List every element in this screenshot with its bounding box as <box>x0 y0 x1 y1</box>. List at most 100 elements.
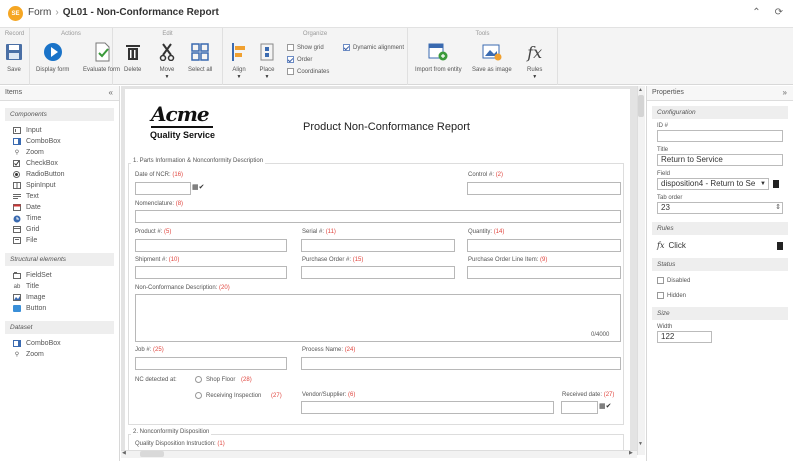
component-input[interactable]: Input <box>0 125 119 136</box>
select-all-button[interactable]: Select all <box>188 42 212 73</box>
scroll-right-icon[interactable]: ▶ <box>629 450 633 456</box>
label-process-name: Process Name: (24) <box>302 347 356 353</box>
label-shipment: Shipment #: (10) <box>135 257 180 263</box>
id-input[interactable] <box>657 130 783 142</box>
document-icon[interactable] <box>777 241 783 250</box>
width-label: Width <box>657 324 673 331</box>
process-name-input[interactable] <box>301 357 621 370</box>
section-header-rules: Rules <box>652 222 788 235</box>
input-icon <box>13 127 21 134</box>
quantity-input[interactable] <box>467 239 621 252</box>
structural-image[interactable]: Image <box>0 292 119 303</box>
rules-button[interactable]: fx Rules ▼ <box>527 42 542 81</box>
field-select[interactable]: disposition4 - Return to Se ▼ <box>657 178 769 190</box>
items-panel: Items « Components Input ComboBox ⚲ Zoom … <box>0 86 120 461</box>
vertical-scroll-thumb[interactable] <box>638 95 644 117</box>
align-button[interactable]: Align ▼ <box>231 42 247 80</box>
scroll-down-icon[interactable]: ▼ <box>638 441 643 447</box>
title-input[interactable]: Return to Service <box>657 154 783 166</box>
component-time[interactable]: Time <box>0 213 119 224</box>
horizontal-scrollbar[interactable] <box>121 450 637 458</box>
structural-button[interactable]: Button <box>0 303 119 314</box>
calendar-icon[interactable]: ▦✔ <box>599 402 611 410</box>
component-grid[interactable]: Grid <box>0 224 119 235</box>
save-button[interactable]: Save <box>5 42 23 73</box>
section-header-components: Components <box>5 108 114 121</box>
nomenclature-input[interactable] <box>135 210 621 223</box>
calendar-icon[interactable]: ▦✔ <box>192 183 204 191</box>
dataset-list: ComboBox ⚲ Zoom <box>0 338 119 360</box>
component-zoom[interactable]: ⚲ Zoom <box>0 147 119 158</box>
collapse-panel-button[interactable]: « <box>109 88 113 97</box>
nc-description-textarea[interactable] <box>135 294 621 342</box>
component-file[interactable]: File <box>0 235 119 246</box>
structural-title[interactable]: ab Title <box>0 281 119 292</box>
refresh-icon[interactable]: ⟳ <box>775 7 783 18</box>
component-checkbox[interactable]: CheckBox <box>0 158 119 169</box>
po-line-item-input[interactable] <box>467 266 621 279</box>
section-header-structural: Structural elements <box>5 253 114 266</box>
component-text[interactable]: Text <box>0 191 119 202</box>
horizontal-scroll-thumb[interactable] <box>140 451 164 457</box>
display-form-button[interactable]: Display form <box>36 42 69 73</box>
group-label: Organize <box>302 31 328 37</box>
click-rule[interactable]: fx Click <box>657 241 783 250</box>
play-icon <box>43 43 62 61</box>
checkbox-icon <box>657 277 664 284</box>
properties-panel: Properties » Configuration ID # Title Re… <box>646 86 793 461</box>
import-from-entity-button[interactable]: Import from entity <box>415 42 462 73</box>
place-button[interactable]: Place ▼ <box>259 42 275 80</box>
group-actions: Actions Display form Evaluate form <box>30 28 120 85</box>
save-as-image-button[interactable]: Save as image <box>472 42 512 73</box>
label-product: Product #: (5) <box>135 229 172 235</box>
tab-order-label: Tab order <box>657 195 683 201</box>
title-label: Title <box>657 147 669 153</box>
tab-order-spinner[interactable]: 23 ⇕ <box>657 202 783 214</box>
dataset-combobox[interactable]: ComboBox <box>0 338 119 349</box>
dynamic-alignment-checkbox[interactable]: Dynamic alignment <box>343 44 404 51</box>
scroll-left-icon[interactable]: ◀ <box>122 450 126 456</box>
radio-shop-floor[interactable]: Shop Floor (28) <box>195 376 252 383</box>
radio-icon <box>195 392 202 399</box>
structural-fieldset[interactable]: FieldSet <box>0 270 119 281</box>
coordinates-checkbox[interactable]: Coordinates <box>287 68 329 75</box>
component-spininput[interactable]: SpinInput <box>0 180 119 191</box>
vendor-supplier-input[interactable] <box>301 401 554 414</box>
radio-receiving-inspection[interactable]: Receiving Inspection (27) <box>195 392 282 399</box>
serial-number-input[interactable] <box>301 239 455 252</box>
width-input[interactable]: 122 <box>657 331 712 344</box>
product-number-input[interactable] <box>135 239 287 252</box>
component-radiobutton[interactable]: RadioButton <box>0 169 119 180</box>
show-grid-checkbox[interactable]: Show grid <box>287 44 324 51</box>
shipment-number-input[interactable] <box>135 266 287 279</box>
page-title: QL01 - Non-Conformance Report <box>62 7 219 18</box>
checkbox-icon <box>13 160 21 167</box>
scroll-up-icon[interactable]: ▲ <box>638 87 643 93</box>
purchase-order-input[interactable] <box>301 266 455 279</box>
disabled-checkbox[interactable]: Disabled <box>657 277 783 284</box>
radio-icon <box>195 376 202 383</box>
component-combobox[interactable]: ComboBox <box>0 136 119 147</box>
structural-list: FieldSet ab Title Image Button <box>0 270 119 314</box>
breadcrumb-root[interactable]: Form <box>28 7 51 18</box>
date-of-ncr-input[interactable] <box>135 182 191 195</box>
hidden-checkbox[interactable]: Hidden <box>657 292 783 299</box>
label-nc-description: Non-Conformance Description: (20) <box>135 285 230 291</box>
order-checkbox[interactable]: Order <box>287 56 312 63</box>
checkbox-icon <box>287 68 294 75</box>
move-button[interactable]: Move ▼ <box>159 42 175 80</box>
control-number-input[interactable] <box>467 182 621 195</box>
expand-panel-button[interactable]: » <box>783 88 787 97</box>
vertical-scrollbar[interactable] <box>637 86 645 455</box>
job-number-input[interactable] <box>135 357 287 370</box>
received-date-input[interactable] <box>561 401 598 414</box>
label-quality-disposition: Quality Disposition Instruction: (1) <box>135 441 225 447</box>
component-date[interactable]: Date <box>0 202 119 213</box>
dataset-zoom[interactable]: ⚲ Zoom <box>0 349 119 360</box>
chevrons-up-icon[interactable]: ⌃ <box>752 7 760 18</box>
document-icon[interactable] <box>773 180 779 188</box>
delete-button[interactable]: Delete <box>124 42 141 73</box>
section-header-status: Status <box>652 258 788 271</box>
align-icon <box>232 43 245 61</box>
calendar-icon <box>13 204 21 211</box>
